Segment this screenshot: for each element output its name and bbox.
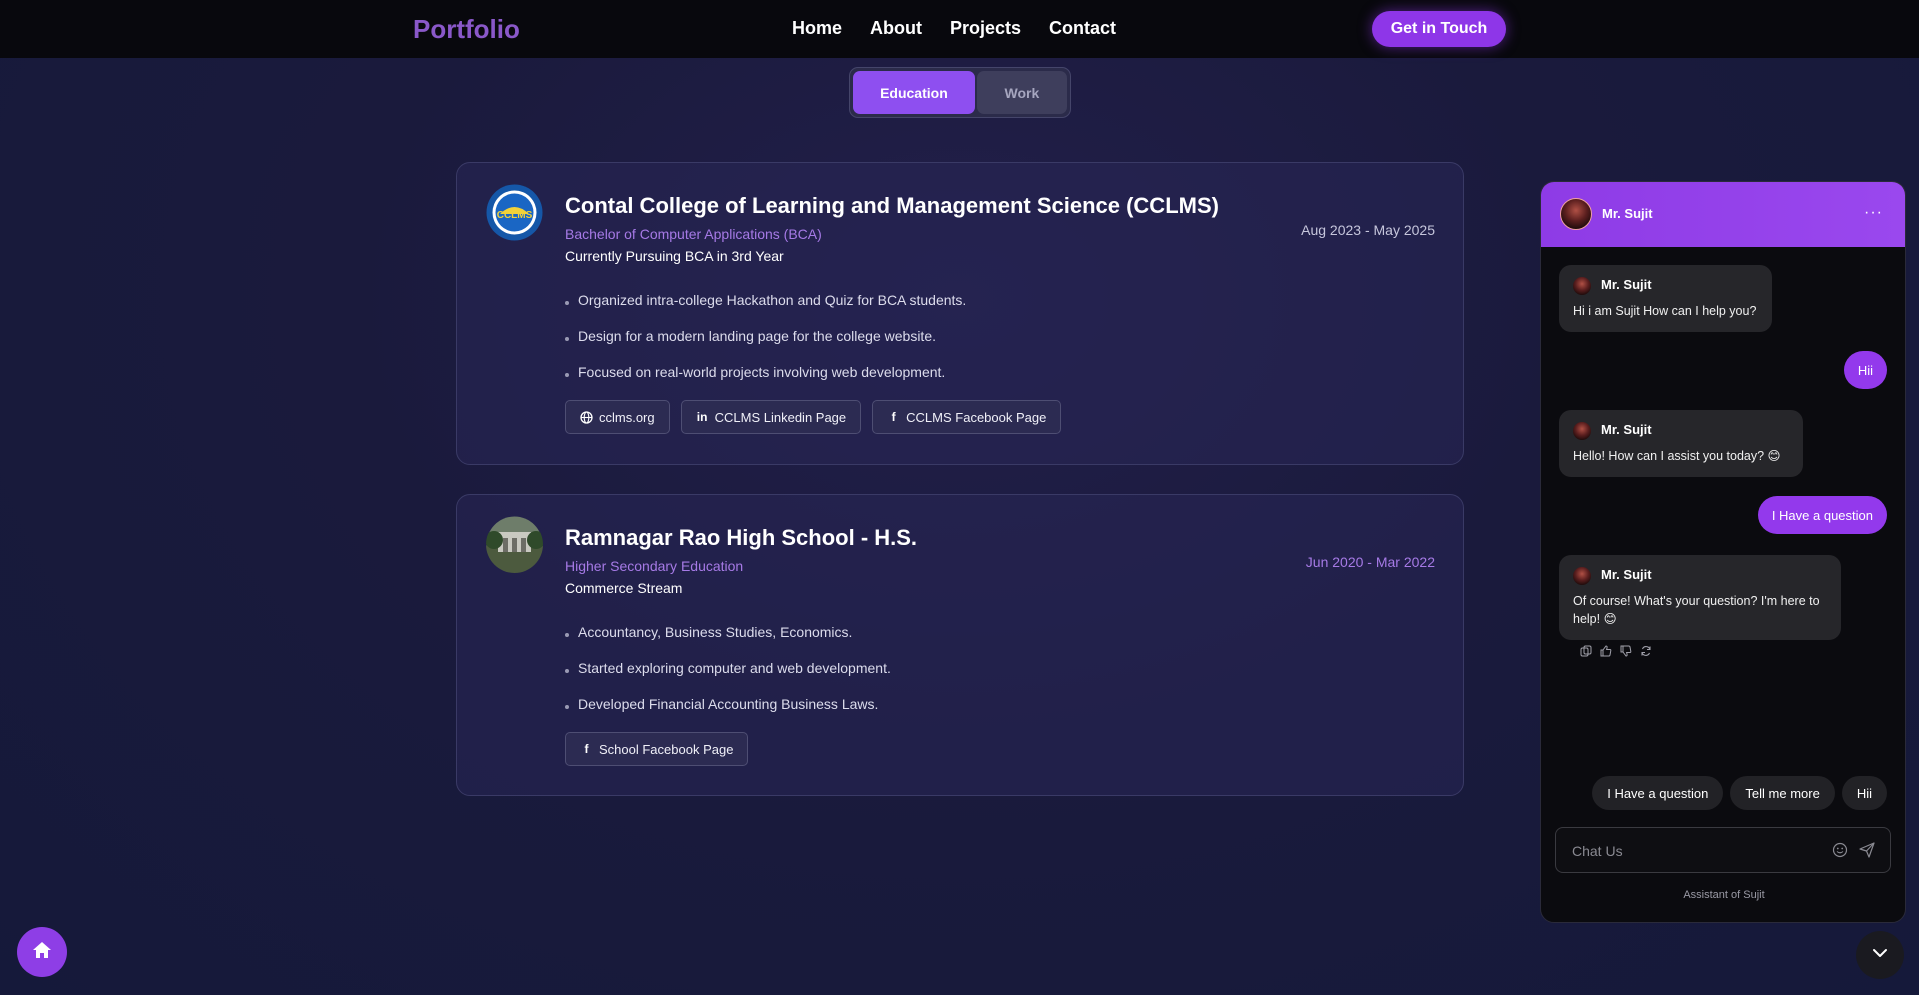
refresh-icon[interactable] xyxy=(1640,645,1652,660)
list-item-text: Started exploring computer and web devel… xyxy=(578,660,891,676)
bullet-dot xyxy=(565,301,569,305)
list-item: Accountancy, Business Studies, Economics… xyxy=(565,614,891,650)
experience-tabs: Education Work xyxy=(849,67,1071,118)
get-in-touch-button[interactable]: Get in Touch xyxy=(1372,11,1506,47)
link-label: CCLMS Linkedin Page xyxy=(714,409,847,425)
bullet-dot xyxy=(565,337,569,341)
list-item: Started exploring computer and web devel… xyxy=(565,650,891,686)
facebook-link[interactable]: f School Facebook Page xyxy=(565,732,749,766)
highlights-list: Organized intra-college Hackathon and Qu… xyxy=(565,282,966,390)
degree-text: Higher Secondary Education xyxy=(565,558,744,574)
college-logo: CCLMS xyxy=(486,184,543,241)
date-range: Jun 2020 - Mar 2022 xyxy=(1305,554,1435,570)
chat-widget: Mr. Sujit ··· Mr. Sujit Hi i am Sujit Ho… xyxy=(1540,181,1906,923)
chat-toggle-button[interactable] xyxy=(1856,931,1904,979)
more-options-icon[interactable]: ··· xyxy=(1864,204,1883,222)
tab-education[interactable]: Education xyxy=(853,71,975,114)
bullet-dot xyxy=(565,633,569,637)
link-label: CCLMS Facebook Page xyxy=(906,409,1047,425)
institution-title: Contal College of Learning and Managemen… xyxy=(565,193,1219,218)
list-item: Focused on real-world projects involving… xyxy=(565,354,966,390)
site-logo[interactable]: Portfolio xyxy=(413,14,520,45)
home-icon xyxy=(32,940,52,965)
nav-link-home[interactable]: Home xyxy=(792,18,842,39)
user-message: I Have a question xyxy=(1757,496,1887,534)
education-card: Ramnagar Rao High School - H.S. Higher S… xyxy=(456,494,1464,796)
degree-text: Bachelor of Computer Applications (BCA) xyxy=(565,226,822,242)
nav-link-projects[interactable]: Projects xyxy=(950,18,1021,39)
quick-reply-button[interactable]: Hii xyxy=(1841,776,1887,810)
nav-link-contact[interactable]: Contact xyxy=(1049,18,1116,39)
list-item: Developed Financial Accounting Business … xyxy=(565,686,891,722)
copy-icon[interactable] xyxy=(1580,645,1592,660)
list-item-text: Design for a modern landing page for the… xyxy=(578,328,936,344)
bot-name: Mr. Sujit xyxy=(1601,422,1652,437)
bot-message: Mr. Sujit Hi i am Sujit How can I help y… xyxy=(1559,265,1772,332)
bot-message: Mr. Sujit Of course! What's your questio… xyxy=(1559,555,1841,640)
link-label: School Facebook Page xyxy=(599,741,734,757)
chat-agent-name: Mr. Sujit xyxy=(1602,206,1653,221)
quick-reply-button[interactable]: I Have a question xyxy=(1592,776,1724,810)
nav-links: Home About Projects Contact xyxy=(792,18,1116,39)
bot-name: Mr. Sujit xyxy=(1601,277,1652,292)
message-text: Of course! What's your question? I'm her… xyxy=(1573,594,1820,626)
chat-input-box xyxy=(1555,827,1891,873)
linkedin-icon: in xyxy=(696,410,708,424)
chat-footer-text: Assistant of Sujit xyxy=(1683,889,1765,901)
user-message: Hii xyxy=(1843,351,1887,389)
facebook-link[interactable]: f CCLMS Facebook Page xyxy=(872,400,1062,434)
institution-links: f School Facebook Page xyxy=(565,732,749,766)
quick-reply-button[interactable]: Tell me more xyxy=(1730,776,1835,810)
list-item-text: Focused on real-world projects involving… xyxy=(578,364,946,380)
date-range: Aug 2023 - May 2025 xyxy=(1301,222,1435,238)
message-text: Hi i am Sujit How can I help you? xyxy=(1573,304,1757,318)
bot-message: Mr. Sujit Hello! How can I assist you to… xyxy=(1559,410,1803,477)
facebook-icon: f xyxy=(891,410,896,424)
list-item-text: Developed Financial Accounting Business … xyxy=(578,696,879,712)
link-label: cclms.org xyxy=(599,409,655,425)
svg-text:CCLMS: CCLMS xyxy=(497,210,533,221)
avatar xyxy=(1573,277,1591,295)
bot-name: Mr. Sujit xyxy=(1601,567,1652,582)
quick-replies: I Have a question Tell me more Hii xyxy=(1592,776,1887,810)
chevron-down-icon xyxy=(1871,944,1889,967)
emoji-icon[interactable] xyxy=(1832,842,1848,863)
list-item: Organized intra-college Hackathon and Qu… xyxy=(565,282,966,318)
chat-input[interactable] xyxy=(1572,840,1812,862)
nav-link-about[interactable]: About xyxy=(870,18,922,39)
institution-title: Ramnagar Rao High School - H.S. xyxy=(565,525,918,550)
avatar xyxy=(1573,422,1591,440)
thumbs-up-icon[interactable] xyxy=(1600,645,1612,660)
education-card: CCLMS Contal College of Learning and Man… xyxy=(456,162,1464,465)
linkedin-link[interactable]: in CCLMS Linkedin Page xyxy=(680,400,862,434)
list-item-text: Accountancy, Business Studies, Economics… xyxy=(578,624,853,640)
institution-links: cclms.org in CCLMS Linkedin Page f CCLMS… xyxy=(565,400,1062,434)
home-button[interactable] xyxy=(17,927,67,977)
website-link[interactable]: cclms.org xyxy=(565,400,670,434)
avatar xyxy=(1560,198,1592,230)
message-actions xyxy=(1580,645,1652,660)
facebook-icon: f xyxy=(584,742,589,756)
bullet-dot xyxy=(565,669,569,673)
school-logo xyxy=(486,516,543,573)
highlights-list: Accountancy, Business Studies, Economics… xyxy=(565,614,891,722)
navbar: Portfolio Home About Projects Contact Ge… xyxy=(0,0,1919,58)
chat-header: Mr. Sujit ··· xyxy=(1541,182,1905,247)
list-item: Design for a modern landing page for the… xyxy=(565,318,966,354)
status-text: Currently Pursuing BCA in 3rd Year xyxy=(565,248,784,264)
avatar xyxy=(1573,567,1591,585)
send-icon[interactable] xyxy=(1858,841,1876,864)
bullet-dot xyxy=(565,373,569,377)
tab-work[interactable]: Work xyxy=(976,71,1067,114)
list-item-text: Organized intra-college Hackathon and Qu… xyxy=(578,292,967,308)
thumbs-down-icon[interactable] xyxy=(1620,645,1632,660)
bullet-dot xyxy=(565,705,569,709)
message-text: Hello! How can I assist you today? 😊 xyxy=(1573,449,1781,463)
globe-icon xyxy=(580,410,593,424)
status-text: Commerce Stream xyxy=(565,580,683,596)
